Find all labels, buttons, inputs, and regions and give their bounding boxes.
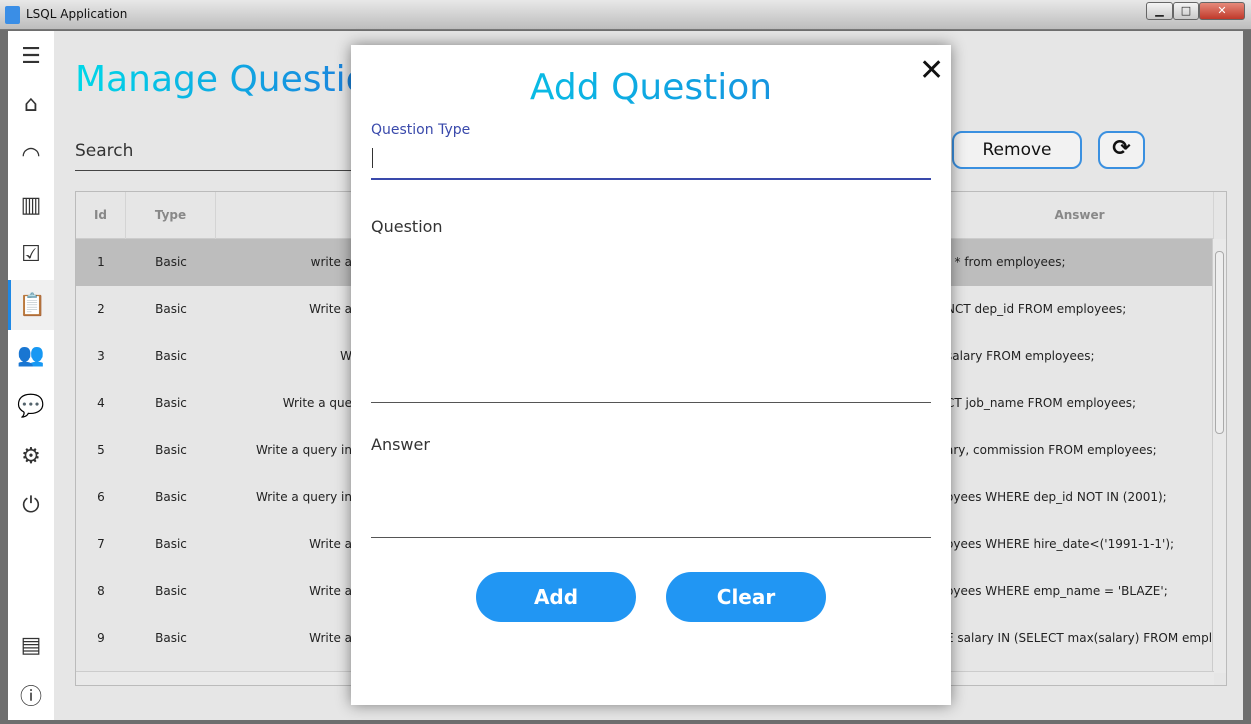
users-icon[interactable]: 👥 <box>8 330 54 380</box>
cell-answer: ary, commission FROM employees; <box>946 443 1157 457</box>
cell-question: Write a <box>309 302 352 316</box>
cell-id: 5 <box>97 443 105 457</box>
cell-answer: oyees WHERE emp_name = 'BLAZE'; <box>946 584 1168 598</box>
clear-button[interactable]: Clear <box>666 572 826 622</box>
refresh-icon[interactable]: ⟳ <box>1098 131 1145 169</box>
cell-answer: t * from employees; <box>946 255 1066 269</box>
answer-underline <box>371 537 931 538</box>
dialog-title: Add Question <box>351 67 951 108</box>
checklist-icon[interactable]: ☑ <box>8 229 54 279</box>
cell-answer: oyees WHERE hire_date<('1991-1-1'); <box>946 537 1175 551</box>
cell-question: write a <box>310 255 352 269</box>
column-answer[interactable]: Answer <box>946 192 1214 239</box>
cell-answer: salary FROM employees; <box>946 349 1095 363</box>
column-id[interactable]: Id <box>76 192 126 239</box>
cell-id: 8 <box>97 584 105 598</box>
cell-type: Basic <box>155 537 187 551</box>
answer-label: Answer <box>371 435 430 454</box>
gear-icon[interactable]: ⚙ <box>8 431 54 481</box>
cell-answer: oyees WHERE dep_id NOT IN (2001); <box>946 490 1167 504</box>
cell-id: 4 <box>97 396 105 410</box>
cell-question: Write a <box>309 537 352 551</box>
cell-type: Basic <box>155 349 187 363</box>
minimize-button[interactable]: ▁ <box>1146 2 1173 20</box>
clipboard-icon[interactable]: 📋 <box>8 280 54 330</box>
cell-answer: E salary IN (SELECT max(salary) FROM emp… <box>946 631 1214 645</box>
search-underline <box>75 170 365 171</box>
text-caret <box>372 148 373 168</box>
cell-id: 1 <box>97 255 105 269</box>
question-type-input[interactable] <box>371 143 931 179</box>
cell-question: W <box>340 349 352 363</box>
cell-question: Write a query in <box>255 490 352 504</box>
cell-id: 3 <box>97 349 105 363</box>
cell-id: 6 <box>97 490 105 504</box>
info-icon[interactable]: ⓘ <box>8 670 54 720</box>
cell-question: Write a <box>309 584 352 598</box>
title-bar: LSQL Application ▁ □ ✕ <box>0 0 1251 30</box>
search-input[interactable]: Search <box>75 141 133 161</box>
power-icon[interactable]: ⏻ <box>8 480 54 530</box>
question-label: Question <box>371 217 443 236</box>
bar-chart-icon[interactable]: ▥ <box>8 180 54 230</box>
app-logo-icon <box>5 6 20 24</box>
close-window-button[interactable]: ✕ <box>1199 2 1245 20</box>
cell-id: 2 <box>97 302 105 316</box>
vertical-scrollbar[interactable] <box>1212 239 1226 673</box>
close-icon[interactable]: ✕ <box>919 53 944 88</box>
cell-question: Write a <box>309 631 352 645</box>
scroll-thumb[interactable] <box>1215 251 1224 434</box>
add-button[interactable]: Add <box>476 572 636 622</box>
cell-type: Basic <box>155 396 187 410</box>
wifi-icon[interactable]: ◠ <box>8 130 54 180</box>
add-question-dialog: Add Question ✕ Question Type Question An… <box>351 45 951 705</box>
cell-id: 9 <box>97 631 105 645</box>
answer-textarea[interactable] <box>371 457 931 535</box>
question-underline <box>371 402 931 403</box>
column-type[interactable]: Type <box>126 192 216 239</box>
cell-type: Basic <box>155 490 187 504</box>
window-title: LSQL Application <box>26 7 128 21</box>
question-textarea[interactable] <box>371 240 931 400</box>
cell-id: 7 <box>97 537 105 551</box>
menu-icon[interactable]: ☰ <box>8 31 54 81</box>
remove-button[interactable]: Remove <box>952 131 1082 169</box>
question-type-label: Question Type <box>371 122 471 138</box>
cell-answer: CT job_name FROM employees; <box>946 396 1137 410</box>
question-type-underline <box>371 178 931 180</box>
sidebar: ☰ ⌂ ◠ ▥ ☑ 📋 👥 💬 ⚙ ⏻ ▤ ⓘ <box>8 31 54 720</box>
page-title: Manage Question <box>75 59 391 100</box>
cell-answer: NCT dep_id FROM employees; <box>946 302 1127 316</box>
cell-type: Basic <box>155 584 187 598</box>
dashboard-icon[interactable]: ▤ <box>8 620 54 670</box>
home-icon[interactable]: ⌂ <box>8 79 54 129</box>
cell-type: Basic <box>155 255 187 269</box>
cell-question: Write a que <box>282 396 352 410</box>
cell-question: Write a query in <box>255 443 352 457</box>
maximize-button[interactable]: □ <box>1173 2 1199 20</box>
chat-icon[interactable]: 💬 <box>8 381 54 431</box>
cell-type: Basic <box>155 302 187 316</box>
cell-type: Basic <box>155 631 187 645</box>
cell-type: Basic <box>155 443 187 457</box>
